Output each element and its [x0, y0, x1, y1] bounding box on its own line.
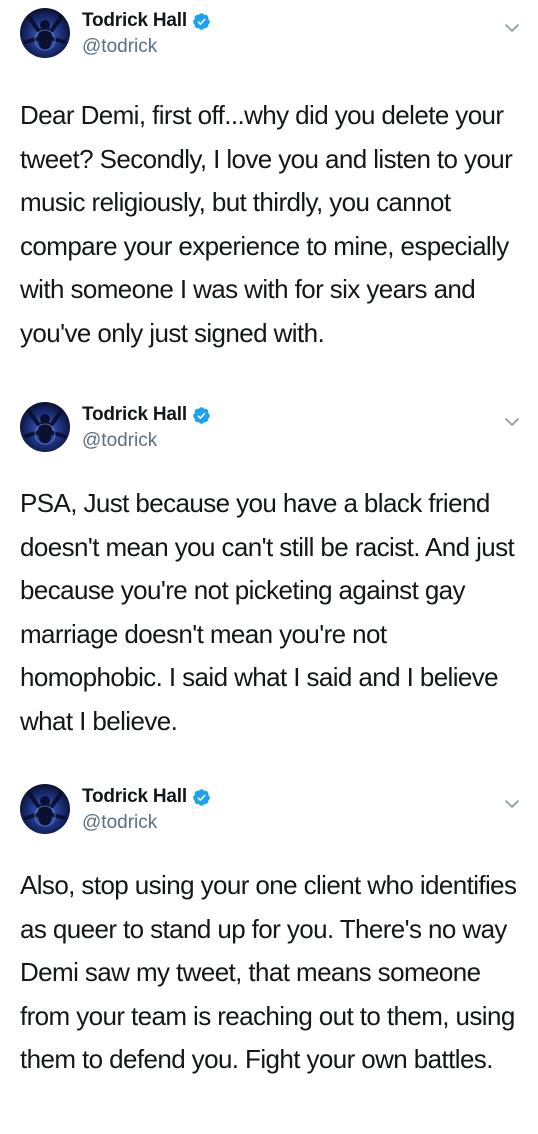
name-row: Todrick Hall — [82, 784, 211, 810]
chevron-down-icon[interactable] — [504, 414, 520, 430]
user-handle[interactable]: @todrick — [82, 812, 157, 834]
verified-badge-icon — [192, 406, 211, 425]
tweet-text: Also, stop using your one client who ide… — [20, 870, 517, 1074]
user-handle[interactable]: @todrick — [82, 430, 157, 452]
tweet-text: Dear Demi, first off...why did you delet… — [20, 100, 513, 348]
chevron-down-icon[interactable] — [504, 20, 520, 36]
tweet-header: Todrick Hall @todrick — [0, 776, 538, 836]
display-name[interactable]: Todrick Hall — [82, 10, 187, 32]
profile-avatar[interactable] — [20, 402, 70, 452]
name-row: Todrick Hall — [82, 402, 211, 428]
chevron-down-icon[interactable] — [504, 796, 520, 812]
profile-avatar[interactable] — [20, 8, 70, 58]
tweet-text: PSA, Just because you have a black frien… — [20, 488, 515, 736]
profile-avatar[interactable] — [20, 784, 70, 834]
tweet-header: Todrick Hall @todrick — [0, 394, 538, 454]
verified-badge-icon — [192, 12, 211, 31]
name-row: Todrick Hall — [82, 8, 211, 34]
verified-badge-icon — [192, 788, 211, 807]
display-name[interactable]: Todrick Hall — [82, 786, 187, 808]
user-handle[interactable]: @todrick — [82, 36, 157, 58]
tweet-header: Todrick Hall @todrick — [0, 0, 538, 60]
display-name[interactable]: Todrick Hall — [82, 404, 187, 426]
